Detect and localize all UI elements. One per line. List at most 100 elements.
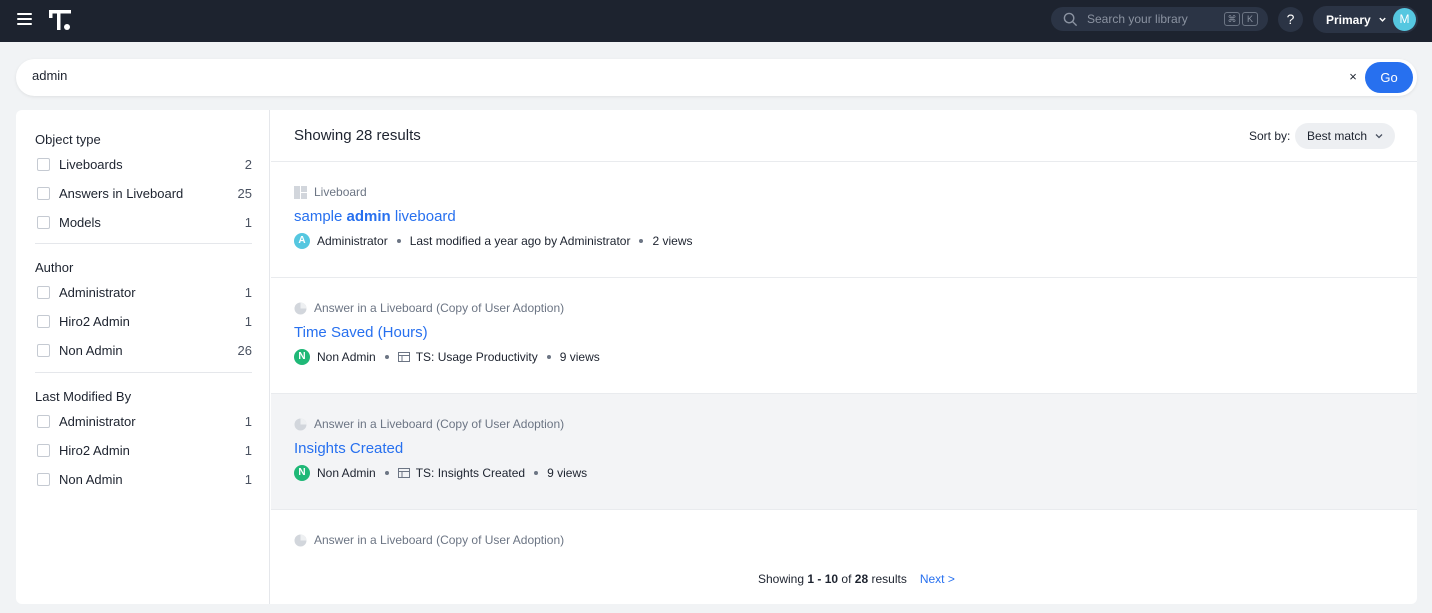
results-count-title: Showing 28 results [294, 127, 421, 144]
result-item: Answer in a Liveboard (Copy of User Adop… [271, 510, 1417, 560]
result-meta: A Administrator Last modified a year ago… [294, 233, 692, 249]
result-type-label: Answer in a Liveboard (Copy of User Adop… [314, 533, 565, 547]
filter-option-label: Administrator [59, 285, 136, 300]
go-button[interactable]: Go [1365, 62, 1413, 93]
filter-option-liveboards[interactable]: Liveboards 2 [35, 150, 252, 179]
result-type-label: Answer in a Liveboard (Copy of User Adop… [314, 417, 565, 431]
filter-option-label: Hiro2 Admin [59, 314, 130, 329]
result-title-link[interactable]: Insights Created [294, 440, 403, 457]
filter-option-hiro2-admin[interactable]: Hiro2 Admin 1 [35, 307, 252, 336]
help-button[interactable]: ? [1278, 7, 1303, 32]
last-modified: Last modified a year ago by Administrato… [409, 234, 631, 248]
filter-option-count: 1 [244, 472, 252, 487]
result-title-link[interactable]: Time Saved (Hours) [294, 324, 428, 341]
checkbox[interactable] [37, 286, 50, 299]
title-match-highlight: admin [346, 208, 391, 225]
separator-dot [546, 355, 551, 359]
author-name[interactable]: Non Admin [317, 466, 376, 480]
filter-option-administrator[interactable]: Administrator 1 [35, 278, 252, 307]
checkbox[interactable] [37, 444, 50, 457]
filter-option-label: Administrator [59, 414, 136, 429]
filter-divider [35, 243, 252, 244]
pagination-text: of [838, 572, 855, 586]
filter-option-label: Models [59, 215, 101, 230]
chevron-down-icon [1378, 17, 1386, 22]
app-logo[interactable] [48, 8, 72, 32]
checkbox[interactable] [37, 473, 50, 486]
result-item: Answer in a Liveboard (Copy of User Adop… [271, 394, 1417, 509]
author-avatar: A [294, 233, 310, 249]
pagination-end: 10 [824, 572, 839, 586]
main-search-bar: × Go [16, 59, 1417, 96]
result-type: Answer in a Liveboard (Copy of User Adop… [294, 301, 564, 315]
pagination-total: 28 [854, 572, 869, 586]
filter-option-label: Liveboards [59, 157, 123, 172]
filter-option-count: 2 [244, 157, 252, 172]
title-text: sample [294, 208, 347, 225]
filter-option-non-admin[interactable]: Non Admin 1 [35, 465, 252, 494]
result-meta: N Non Admin TS: Usage Productivity 9 vie… [294, 349, 600, 365]
author-name[interactable]: Non Admin [317, 350, 376, 364]
filter-option-answers-in-liveboard[interactable]: Answers in Liveboard 25 [35, 179, 252, 208]
checkbox[interactable] [37, 344, 50, 357]
result-item: Liveboard sample admin liveboard A Admin… [271, 162, 1417, 277]
sort-value: Best match [1307, 129, 1368, 143]
sort-label: Sort by: [1249, 129, 1291, 143]
data-source-name[interactable]: TS: Insights Created [416, 466, 525, 480]
filter-option-count: 1 [244, 414, 252, 429]
author-avatar: N [294, 465, 310, 481]
result-meta: N Non Admin TS: Insights Created 9 views [294, 465, 587, 481]
main-search-input[interactable] [32, 68, 1232, 83]
filter-option-label: Answers in Liveboard [59, 186, 184, 201]
filter-option-count: 1 [244, 215, 252, 230]
result-type-label: Answer in a Liveboard (Copy of User Adop… [314, 301, 565, 315]
result-type: Answer in a Liveboard (Copy of User Adop… [294, 417, 564, 431]
checkbox[interactable] [37, 415, 50, 428]
filter-option-count: 26 [237, 343, 252, 358]
filter-option-administrator[interactable]: Administrator 1 [35, 407, 252, 436]
result-title-link[interactable]: sample admin liveboard [294, 208, 456, 225]
menu-icon[interactable] [17, 13, 32, 25]
filter-option-non-admin[interactable]: Non Admin 26 [35, 336, 252, 365]
filter-group-author: Author Administrator 1 Hiro2 Admin 1 Non… [35, 258, 252, 365]
filter-option-count: 25 [237, 186, 252, 201]
search-icon [1063, 12, 1078, 26]
filter-group-last-modified-by: Last Modified By Administrator 1 Hiro2 A… [35, 387, 252, 494]
filter-option-hiro2-admin[interactable]: Hiro2 Admin 1 [35, 436, 252, 465]
author-name[interactable]: Administrator [317, 234, 388, 248]
table-icon [397, 468, 410, 478]
view-count: 2 views [652, 234, 693, 248]
table-icon [397, 352, 410, 362]
clear-search-button[interactable]: × [1343, 67, 1363, 87]
chevron-down-icon [1375, 134, 1383, 139]
pagination-text: Showing [758, 572, 808, 586]
filter-option-label: Non Admin [59, 343, 123, 358]
checkbox[interactable] [37, 187, 50, 200]
result-item: Answer in a Liveboard (Copy of User Adop… [271, 278, 1417, 393]
separator-dot [639, 239, 644, 243]
results-panel: Object type Liveboards 2 Answers in Live… [16, 110, 1417, 604]
result-type-label: Liveboard [314, 185, 367, 199]
filter-option-label: Hiro2 Admin [59, 443, 130, 458]
filter-option-models[interactable]: Models 1 [35, 208, 252, 237]
author-avatar: N [294, 349, 310, 365]
filter-sidebar: Object type Liveboards 2 Answers in Live… [16, 110, 270, 604]
checkbox[interactable] [37, 158, 50, 171]
liveboard-icon [294, 185, 307, 199]
filter-divider [35, 372, 252, 373]
data-source-name[interactable]: TS: Usage Productivity [416, 350, 538, 364]
pagination-text: results [868, 572, 907, 586]
pie-chart-icon [294, 418, 307, 430]
pagination-sep: - [814, 572, 825, 586]
command-key: ⌘ [1224, 12, 1240, 26]
filter-option-count: 1 [244, 443, 252, 458]
sort-dropdown[interactable]: Best match [1295, 123, 1395, 149]
checkbox[interactable] [37, 216, 50, 229]
result-type: Answer in a Liveboard (Copy of User Adop… [294, 533, 564, 547]
checkbox[interactable] [37, 315, 50, 328]
result-type: Liveboard [294, 185, 367, 199]
filter-option-count: 1 [244, 314, 252, 329]
next-page-link[interactable]: Next > [920, 572, 955, 586]
library-search-field[interactable]: Search your library ⌘ K [1051, 7, 1268, 31]
user-avatar[interactable]: M [1393, 8, 1416, 31]
